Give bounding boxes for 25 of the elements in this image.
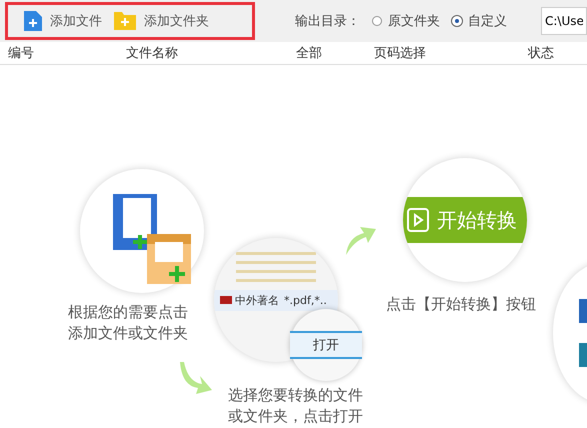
output-dir-option[interactable]: 自定义	[452, 12, 507, 30]
file-name-text: 中外著名	[235, 292, 279, 308]
file-filter-text: *.pdf,*..	[284, 294, 327, 306]
radio-label: 原文件夹	[388, 13, 440, 30]
output-dir-option[interactable]: 原文件夹	[372, 12, 440, 30]
output-dir-label: 输出目录：	[295, 13, 360, 30]
play-icon	[407, 208, 429, 232]
column-header: 文件名称	[126, 45, 178, 62]
column-header: 全部	[296, 45, 322, 62]
output-path-field[interactable]: C:\Use	[541, 7, 587, 35]
step-caption: 选择您要转换的文件或文件夹，点击打开	[228, 385, 364, 427]
add-folder-button[interactable]: 添加文件夹	[114, 12, 209, 30]
column-header: 页码选择	[374, 45, 426, 62]
file-plus-icon	[24, 11, 42, 31]
pdf-icon	[220, 296, 232, 304]
step-caption: 根据您的需要点击添加文件或文件夹	[68, 302, 189, 344]
add-file-button[interactable]: 添加文件	[24, 11, 102, 31]
folder-plus-icon	[114, 12, 136, 30]
radio-label: 自定义	[468, 13, 507, 30]
start-button-label: 开始转换	[437, 206, 517, 234]
radio-button[interactable]	[372, 16, 382, 26]
column-header: 编号	[8, 45, 34, 62]
column-header: 状态	[528, 45, 554, 62]
step-caption: 点击【开始转换】按钮	[386, 294, 536, 315]
curved-arrow-icon	[180, 360, 214, 394]
